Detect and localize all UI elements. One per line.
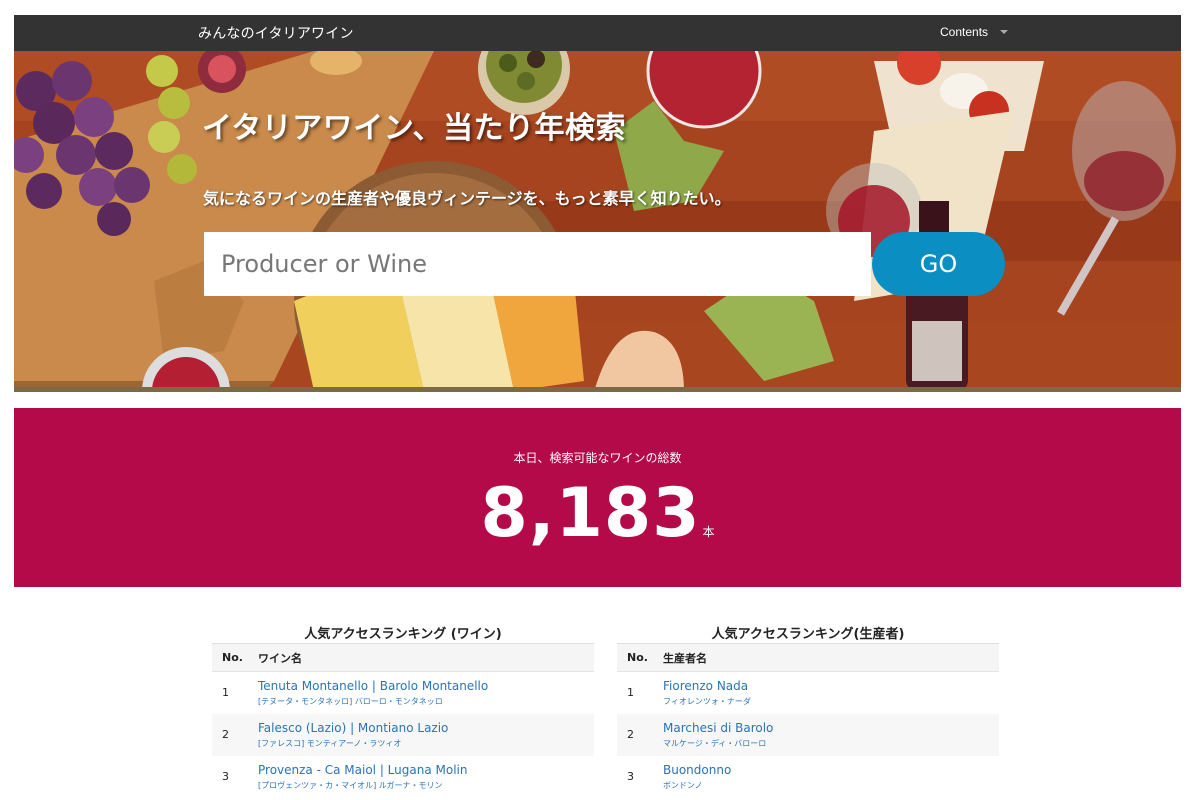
rank-cell: Marchesi di Barolo マルケージ・ディ・バローロ xyxy=(663,713,999,756)
table-header-row: No. ワイン名 xyxy=(212,643,594,672)
table-row: 3 Provenza - Ca Maiol | Lugana Molin [プロ… xyxy=(212,756,594,798)
wine-kana[interactable]: [ファレスコ] モンティアーノ・ラツィオ xyxy=(258,738,594,749)
producer-kana[interactable]: フィオレンツォ・ナーダ xyxy=(663,696,999,707)
wine-count-label: 本日、検索可能なワインの総数 xyxy=(513,451,682,465)
table-row: 1 Fiorenzo Nada フィオレンツォ・ナーダ xyxy=(617,672,999,714)
brand-logo[interactable]: みんなのイタリアワイン xyxy=(198,23,354,43)
wine-link[interactable]: Tenuta Montanello | Barolo Montanello xyxy=(258,679,594,693)
col-no-header: No. xyxy=(617,643,663,672)
producer-link[interactable]: Fiorenzo Nada xyxy=(663,679,999,693)
contents-dropdown[interactable]: Contents xyxy=(940,25,1009,39)
top-navbar: みんなのイタリアワイン Contents xyxy=(14,15,1181,51)
producer-link[interactable]: Marchesi di Barolo xyxy=(663,721,999,735)
search-input[interactable] xyxy=(204,232,871,296)
hero-title: イタリアワイン、当たり年検索 xyxy=(202,111,626,146)
hero-bottom-band xyxy=(14,387,1181,392)
table-row: 3 Buondonno ボンドンノ xyxy=(617,756,999,798)
rank-cell: Tenuta Montanello | Barolo Montanello [テ… xyxy=(258,672,594,714)
table-row: 2 Falesco (Lazio) | Montiano Lazio [ファレス… xyxy=(212,713,594,756)
go-button[interactable]: GO xyxy=(872,232,1005,296)
hero-banner: イタリアワイン、当たり年検索 気になるワインの生産者や優良ヴィンテージを、もっと… xyxy=(14,51,1181,392)
rank-number: 1 xyxy=(627,686,634,700)
producer-link[interactable]: Buondonno xyxy=(663,763,999,777)
wine-count-unit: 本 xyxy=(702,525,715,539)
rank-number: 2 xyxy=(617,713,663,756)
wine-link[interactable]: Provenza - Ca Maiol | Lugana Molin xyxy=(258,763,594,777)
producer-ranking-panel: 人気アクセスランキング(生産者) No. 生産者名 1 Fiorenzo Nad… xyxy=(617,623,999,798)
wine-ranking-panel: 人気アクセスランキング (ワイン) No. ワイン名 1 Tenuta Mont… xyxy=(212,623,594,798)
wine-kana[interactable]: [プロヴェンツァ・カ・マイオル] ルガーナ・モリン xyxy=(258,780,594,791)
hero-subtitle: 気になるワインの生産者や優良ヴィンテージを、もっと素早く知りたい。 xyxy=(203,189,731,208)
wine-count: 8,183 本 xyxy=(14,474,1181,553)
producer-kana[interactable]: マルケージ・ディ・バローロ xyxy=(663,738,999,749)
rank-number: 3 xyxy=(222,770,229,783)
rank-number: 1 xyxy=(222,686,229,700)
col-wine-name-header: ワイン名 xyxy=(258,643,594,672)
fig-inner xyxy=(208,55,236,83)
rank-cell: Buondonno ボンドンノ xyxy=(663,756,999,798)
wine-count-number: 8,183 xyxy=(480,474,701,553)
rank-number: 3 xyxy=(627,770,634,783)
col-producer-name-header: 生産者名 xyxy=(663,643,999,672)
wine-kana[interactable]: [テヌータ・モンタネッロ] バローロ・モンタネッロ xyxy=(258,696,594,707)
wine-ranking-title: 人気アクセスランキング (ワイン) xyxy=(304,627,502,642)
rank-cell: Falesco (Lazio) | Montiano Lazio [ファレスコ]… xyxy=(258,713,594,756)
col-no-header: No. xyxy=(212,643,258,672)
producer-ranking-table: No. 生産者名 1 Fiorenzo Nada フィオレンツォ・ナーダ 2 M… xyxy=(617,643,999,798)
wine-ranking-table: No. ワイン名 1 Tenuta Montanello | Barolo Mo… xyxy=(212,643,594,798)
contents-label: Contents xyxy=(940,25,989,39)
table-header-row: No. 生産者名 xyxy=(617,643,999,672)
table-row: 1 Tenuta Montanello | Barolo Montanello … xyxy=(212,672,594,714)
rank-number: 2 xyxy=(212,713,258,756)
wine-count-banner: 本日、検索可能なワインの総数 8,183 本 xyxy=(14,408,1181,587)
table-row: 2 Marchesi di Barolo マルケージ・ディ・バローロ xyxy=(617,713,999,756)
producer-kana[interactable]: ボンドンノ xyxy=(663,780,999,791)
rank-cell: Provenza - Ca Maiol | Lugana Molin [プロヴェ… xyxy=(258,756,594,798)
wine-link[interactable]: Falesco (Lazio) | Montiano Lazio xyxy=(258,721,594,735)
producer-ranking-title: 人気アクセスランキング(生産者) xyxy=(711,627,905,642)
page-frame: みんなのイタリアワイン Contents イタリアワイン、当たり年検索 気になる… xyxy=(14,15,1181,800)
caret-down-icon xyxy=(1000,30,1009,34)
rank-cell: Fiorenzo Nada フィオレンツォ・ナーダ xyxy=(663,672,999,714)
